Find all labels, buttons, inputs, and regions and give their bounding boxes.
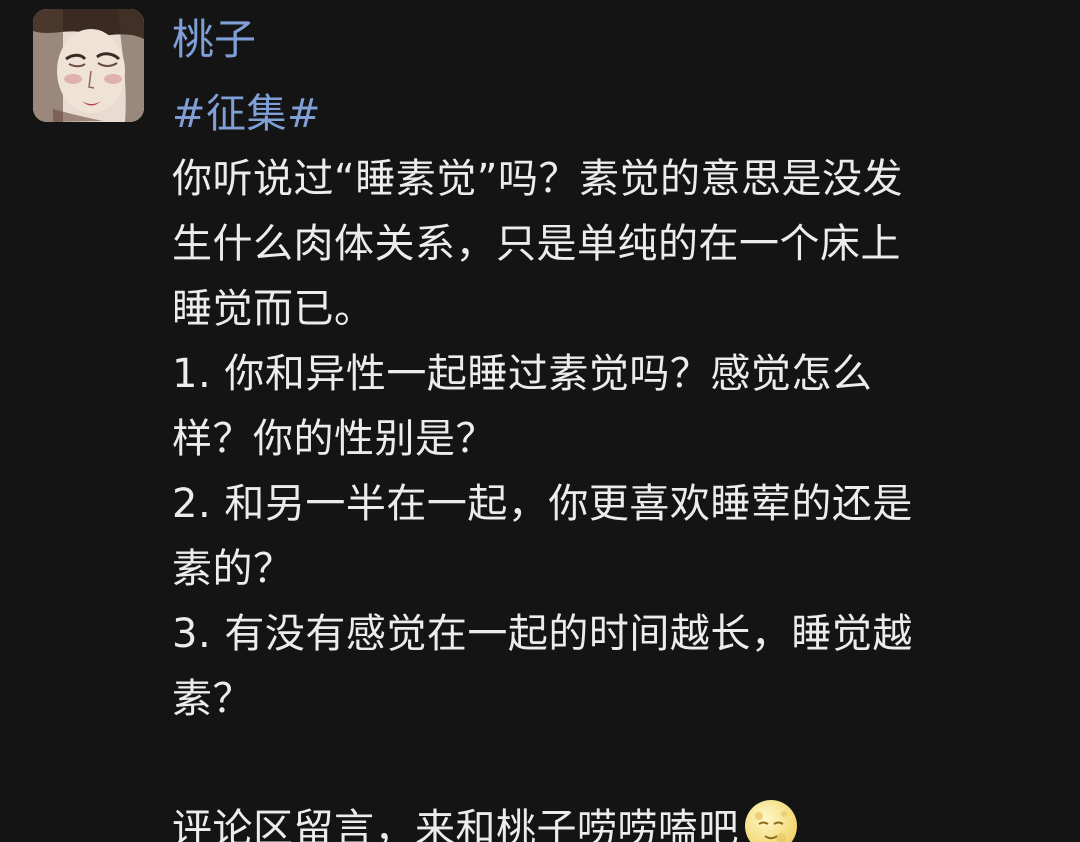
body-line: 1. 你和异性一起睡过素觉吗？感觉怎么: [172, 351, 873, 397]
closing-text: 评论区留言，来和桃子唠唠嗑吧: [172, 806, 739, 842]
closing-line: 评论区留言，来和桃子唠唠嗑吧: [172, 797, 1052, 842]
username[interactable]: 桃子: [172, 10, 256, 70]
avatar[interactable]: [33, 9, 144, 122]
body-line: 素的？: [172, 546, 294, 592]
body-line: 2. 和另一半在一起，你更喜欢睡荤的还是: [172, 481, 913, 527]
body-line: 样？你的性别是？: [172, 416, 496, 462]
body-line: 睡觉而已。: [172, 286, 375, 332]
hashtag-line: #征集#: [172, 82, 1052, 147]
body-line: 3. 有没有感觉在一起的时间越长，睡觉越: [172, 611, 913, 657]
hashtag-link[interactable]: #征集#: [172, 91, 321, 137]
avatar-image: [33, 9, 144, 122]
body-line: 素？: [172, 676, 253, 722]
body-line: 你听说过“睡素觉”吗？素觉的意思是没发: [172, 156, 903, 202]
full-moon-face-icon: [743, 798, 799, 842]
post-body: #征集# 你听说过“睡素觉”吗？素觉的意思是没发 生什么肉体关系，只是单纯的在一…: [172, 82, 1052, 842]
body-line: 生什么肉体关系，只是单纯的在一个床上: [172, 221, 901, 267]
post-card: 桃子 #征集# 你听说过“睡素觉”吗？素觉的意思是没发 生什么肉体关系，只是单纯…: [0, 0, 1080, 842]
